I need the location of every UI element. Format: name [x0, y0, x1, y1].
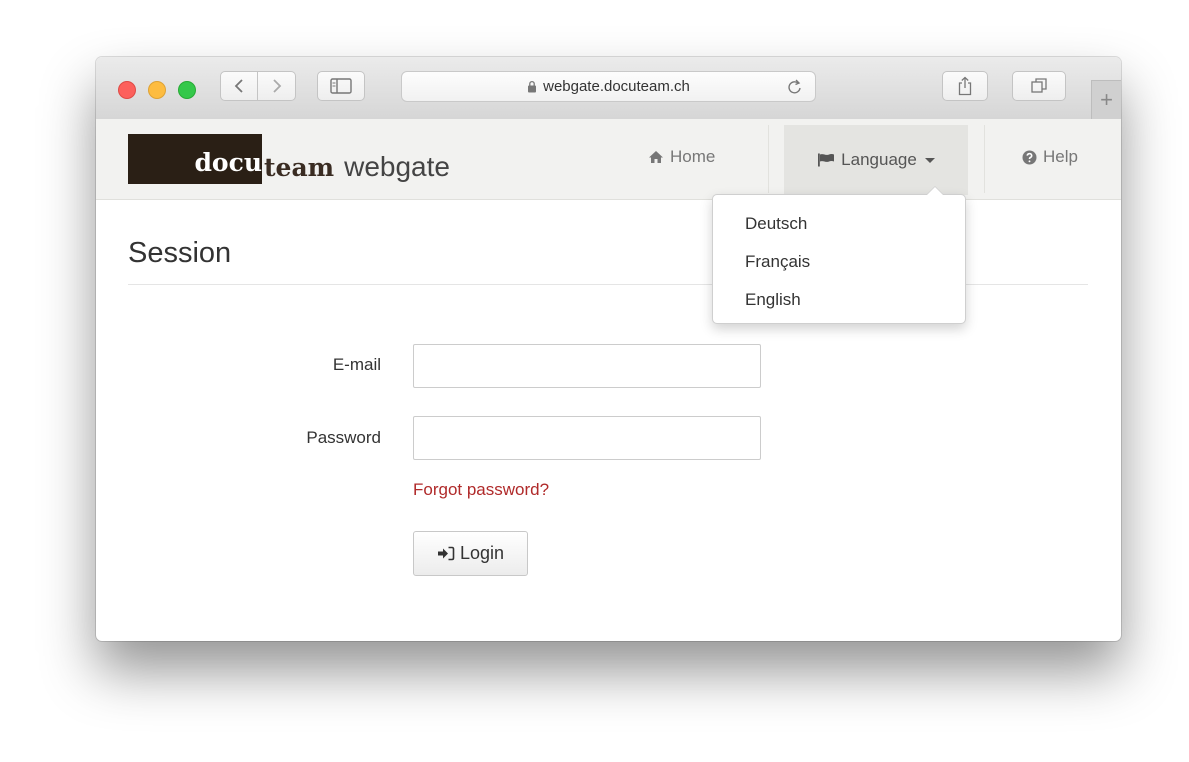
nav-home-label: Home: [670, 147, 716, 166]
language-option-deutsch[interactable]: Deutsch: [713, 205, 965, 243]
nav-help-link[interactable]: Help: [1022, 147, 1078, 167]
nav-help-label: Help: [1043, 147, 1078, 166]
forgot-password-link[interactable]: Forgot password?: [413, 480, 549, 500]
language-menu: Deutsch Français English: [712, 186, 966, 324]
address-text: webgate.docuteam.ch: [543, 78, 690, 95]
flag-icon: [818, 153, 835, 167]
logo-text-webgate: webgate: [344, 150, 450, 182]
login-icon: [437, 546, 455, 561]
caret-down-icon: [924, 157, 935, 163]
address-bar[interactable]: webgate.docuteam.ch: [401, 71, 816, 102]
page-title: Session: [128, 237, 232, 269]
show-tabs-button[interactable]: [1012, 71, 1066, 101]
nav-divider: [768, 125, 769, 193]
nav-divider: [984, 125, 985, 193]
reload-icon[interactable]: [787, 78, 803, 101]
login-button[interactable]: Login: [413, 531, 528, 576]
sidebar-icon: [330, 78, 352, 94]
language-option-francais[interactable]: Français: [713, 243, 965, 281]
minimize-window-button[interactable]: [148, 81, 166, 99]
language-option-english[interactable]: English: [713, 281, 965, 319]
forward-button[interactable]: [258, 71, 296, 101]
close-window-button[interactable]: [118, 81, 136, 99]
nav-language-dropdown[interactable]: Language: [784, 125, 968, 195]
help-icon: [1022, 150, 1037, 164]
forward-icon: [272, 79, 281, 93]
tabs-icon: [1031, 78, 1047, 93]
sidebar-toggle-button[interactable]: [317, 71, 365, 101]
logo-mark: docu: [128, 134, 262, 184]
password-field[interactable]: [413, 416, 761, 460]
share-icon: [958, 76, 972, 96]
home-icon: [649, 151, 663, 163]
nav-home-link[interactable]: Home: [648, 147, 715, 167]
new-tab-icon: +: [1100, 87, 1113, 112]
email-field[interactable]: [413, 344, 761, 388]
password-label: Password: [306, 428, 381, 447]
site-navbar: docu team webgate Home Language Help: [96, 119, 1121, 200]
lock-icon: [528, 80, 537, 93]
logo-text-docu: docu: [194, 148, 262, 177]
new-tab-button[interactable]: +: [1091, 80, 1121, 119]
email-label: E-mail: [332, 355, 381, 374]
browser-window: webgate.docuteam.ch + docu team webgate …: [96, 57, 1121, 641]
zoom-window-button[interactable]: [178, 81, 196, 99]
logo-text-team: team: [264, 153, 335, 182]
back-button[interactable]: [220, 71, 258, 101]
site-logo[interactable]: docu team webgate: [128, 133, 450, 185]
login-label: Login: [459, 543, 505, 563]
nav-language-label: Language: [841, 150, 917, 169]
browser-toolbar: webgate.docuteam.ch +: [96, 57, 1121, 120]
share-button[interactable]: [942, 71, 988, 101]
back-icon: [234, 79, 243, 93]
